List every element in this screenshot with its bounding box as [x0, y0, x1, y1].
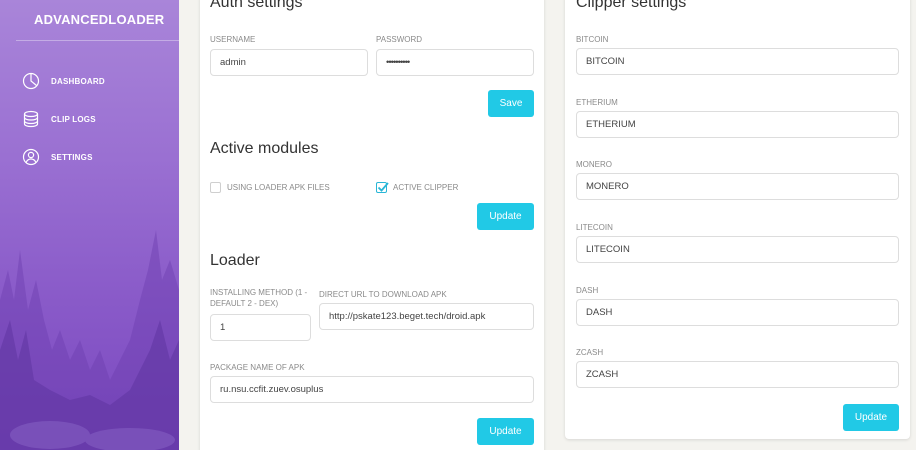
dash-input[interactable]: DASH — [576, 299, 899, 326]
sidebar-item-label: DASHBOARD — [51, 76, 105, 86]
section-title-auth: Auth settings — [210, 0, 303, 11]
divider — [16, 40, 179, 41]
settings-card: Auth settings USERNAME admin PASSWORD ••… — [200, 0, 544, 450]
forest-background — [0, 230, 179, 450]
section-title-loader: Loader — [210, 252, 260, 269]
litecoin-label: LITECOIN — [576, 223, 613, 232]
etherium-input[interactable]: ETHERIUM — [576, 111, 899, 138]
dash-label: DASH — [576, 286, 599, 295]
section-title-clipper: Clipper settings — [576, 0, 687, 11]
sidebar-item-label: CLIP LOGS — [51, 114, 96, 124]
zcash-label: ZCASH — [576, 348, 604, 357]
sidebar-nav: DASHBOARD CLIP LOGS SETTINGS — [0, 62, 179, 176]
checkbox-label: ACTIVE CLIPPER — [393, 183, 459, 192]
installing-method-label: INSTALLING METHOD (1 - DEFAULT 2 - DEX) — [210, 288, 308, 308]
database-icon — [23, 110, 39, 128]
update-clipper-button[interactable]: Update — [843, 404, 899, 431]
checkbox-using-loader-apk[interactable]: USING LOADER APK FILES — [210, 182, 330, 193]
sidebar: ADVANCEDLOADER DASHBOARD CLIP LOGS SETTI… — [0, 0, 179, 450]
update-modules-button[interactable]: Update — [477, 203, 534, 230]
etherium-label: ETHERIUM — [576, 98, 618, 107]
checkbox-active-clipper[interactable]: ACTIVE CLIPPER — [376, 182, 458, 193]
username-label: USERNAME — [210, 35, 256, 44]
check-icon — [377, 182, 389, 192]
save-button[interactable]: Save — [488, 90, 534, 117]
bitcoin-input[interactable]: BITCOIN — [576, 48, 899, 75]
brand-title[interactable]: ADVANCEDLOADER — [0, 0, 179, 41]
zcash-input[interactable]: ZCASH — [576, 361, 899, 388]
clipper-card: Clipper settings BITCOIN BITCOIN ETHERIU… — [565, 0, 910, 439]
checkbox-label: USING LOADER APK FILES — [227, 183, 330, 192]
bitcoin-label: BITCOIN — [576, 35, 609, 44]
package-name-label: PACKAGE NAME OF APK — [210, 363, 305, 372]
checkbox-box-checked — [376, 182, 389, 193]
pie-chart-icon — [22, 72, 40, 90]
sidebar-item-clip-logs[interactable]: CLIP LOGS — [0, 100, 179, 138]
sidebar-item-dashboard[interactable]: DASHBOARD — [0, 62, 179, 100]
litecoin-input[interactable]: LITECOIN — [576, 236, 899, 263]
installing-method-input[interactable]: 1 — [210, 314, 311, 341]
checkbox-box — [210, 182, 221, 193]
monero-input[interactable]: MONERO — [576, 173, 899, 200]
apk-url-label: DIRECT URL TO DOWNLOAD APK — [319, 290, 447, 299]
sidebar-item-label: SETTINGS — [51, 152, 93, 162]
update-loader-button[interactable]: Update — [477, 418, 534, 445]
password-input[interactable]: •••••••••• — [376, 49, 534, 76]
section-title-modules: Active modules — [210, 140, 319, 157]
apk-url-input[interactable]: http://pskate123.beget.tech/droid.apk — [319, 303, 534, 330]
user-circle-icon — [22, 148, 40, 166]
sidebar-item-settings[interactable]: SETTINGS — [0, 138, 179, 176]
package-name-input[interactable]: ru.nsu.ccfit.zuev.osuplus — [210, 376, 534, 403]
monero-label: MONERO — [576, 160, 612, 169]
username-input[interactable]: admin — [210, 49, 368, 76]
password-label: PASSWORD — [376, 35, 423, 44]
